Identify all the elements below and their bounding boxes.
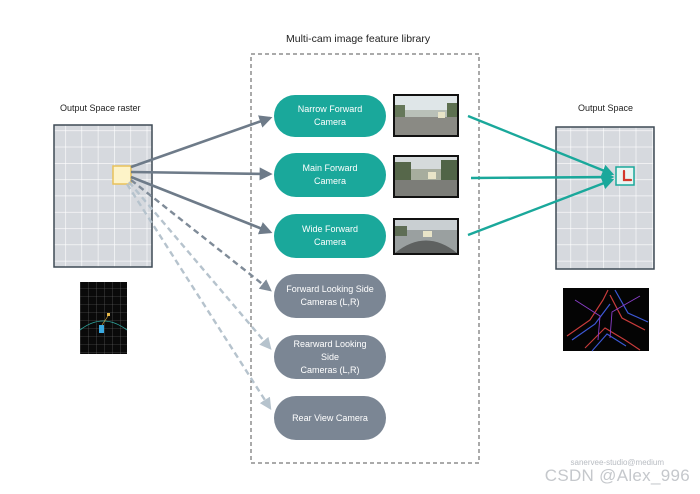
right-bev-thumbnail	[563, 288, 649, 352]
camera-pill-rear-view[interactable]: Rear View Camera	[274, 396, 386, 440]
camera-image-narrow	[393, 94, 459, 137]
left-raster-label: Output Space raster	[60, 103, 141, 113]
highlight-cell	[112, 165, 132, 185]
right-output-grid	[555, 126, 655, 270]
diagram-title: Multi-cam image feature library	[286, 33, 431, 45]
watermark-large: CSDN @Alex_996	[544, 466, 690, 485]
camera-pill-forward-side[interactable]: Forward Looking Side Cameras (L,R)	[274, 274, 386, 318]
camera-pill-narrow-forward[interactable]: Narrow Forward Camera	[274, 95, 386, 137]
left-raster-grid	[53, 124, 153, 268]
camera-image-wide	[393, 218, 459, 255]
left-bev-thumbnail	[79, 282, 128, 354]
camera-pill-main-forward[interactable]: Main Forward Camera	[274, 153, 386, 197]
arrow-main-to-output	[470, 171, 615, 184]
camera-image-main	[393, 155, 459, 198]
camera-pill-rearward-side[interactable]: Rearward Looking Side Cameras (L,R)	[274, 335, 386, 379]
right-output-label: Output Space	[578, 103, 634, 113]
camera-pill-wide-forward[interactable]: Wide Forward Camera	[274, 214, 386, 258]
